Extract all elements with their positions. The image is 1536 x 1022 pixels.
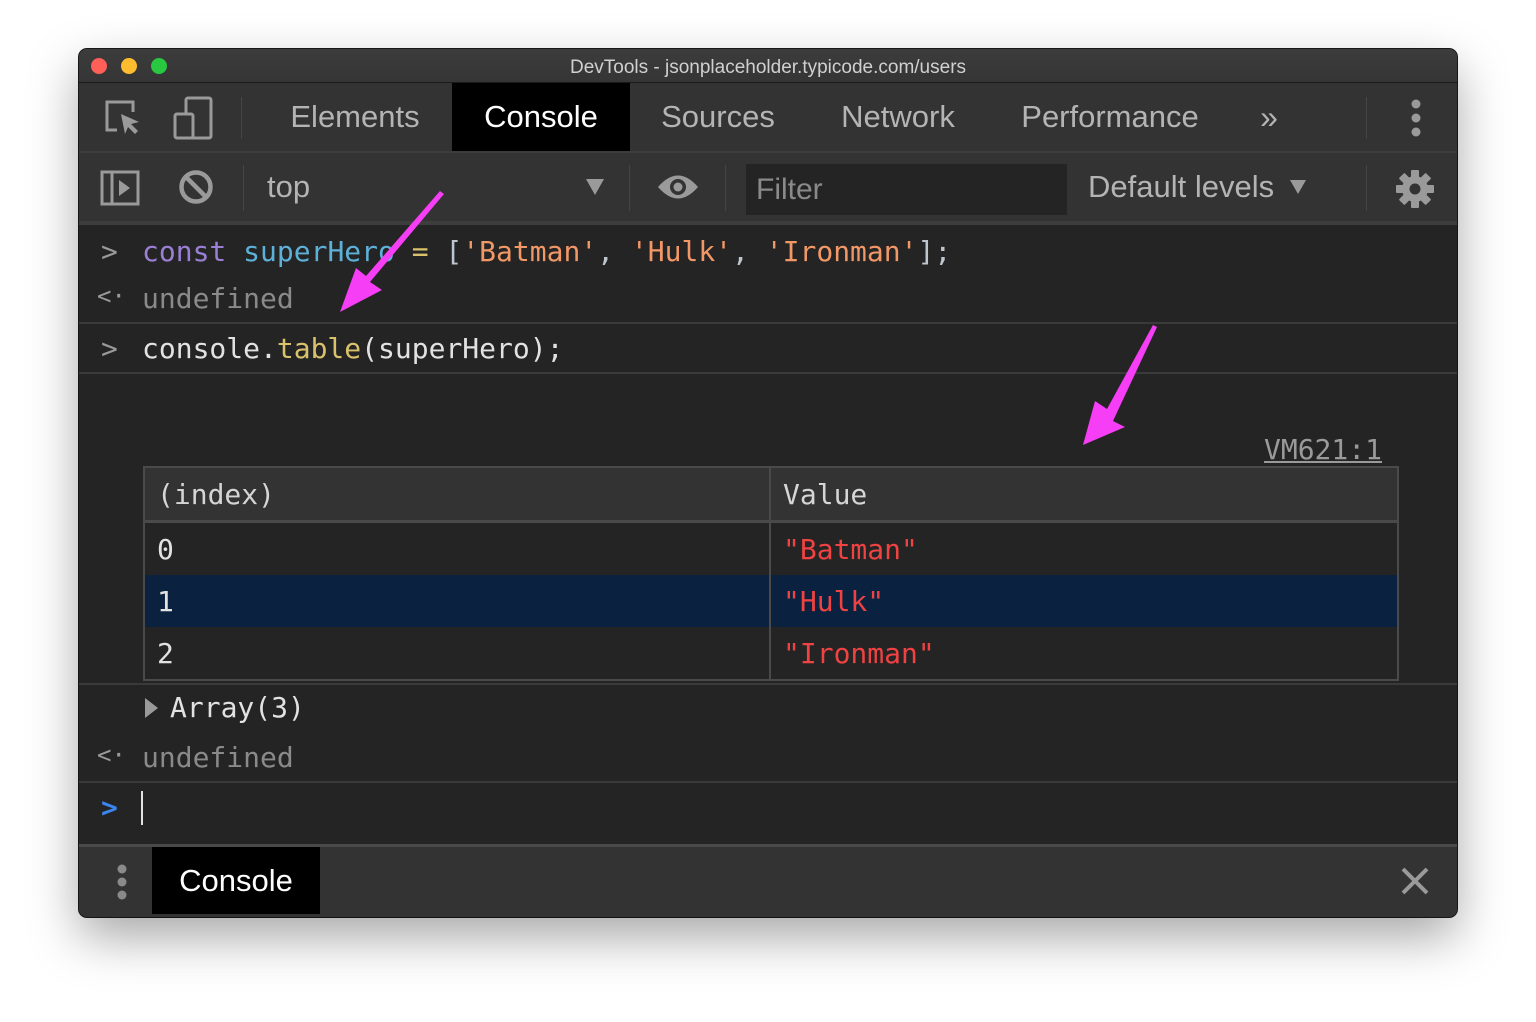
tab-sources[interactable]: Sources xyxy=(640,83,796,151)
index-cell: 2 xyxy=(144,627,771,680)
double-chevron-right-icon: » xyxy=(1260,98,1278,135)
console-output: > const superHero = ['Batman', 'Hulk', '… xyxy=(79,225,1457,844)
console-input-line[interactable]: console.table(superHero); xyxy=(142,332,563,365)
index-cell: 0 xyxy=(144,521,771,575)
toolbar-divider xyxy=(243,165,244,211)
inspect-cursor-icon xyxy=(105,100,139,134)
dropdown-triangle-icon xyxy=(586,179,604,195)
table-row[interactable]: 0 "Batman" xyxy=(144,521,1399,575)
value-cell: "Ironman" xyxy=(770,627,1399,680)
index-cell: 1 xyxy=(144,575,771,627)
inspect-element-button[interactable] xyxy=(101,97,145,139)
close-drawer-button[interactable] xyxy=(1397,863,1433,899)
show-sidebar-button[interactable] xyxy=(99,169,141,207)
toolbar-divider xyxy=(1366,165,1367,211)
window-title: DevTools - jsonplaceholder.typicode.com/… xyxy=(569,57,967,78)
drawer-tab-bar: Console xyxy=(79,844,1457,917)
live-expression-button[interactable] xyxy=(655,171,701,203)
close-icon xyxy=(1401,867,1429,895)
kebab-menu-icon xyxy=(1411,99,1421,137)
console-prompt-input[interactable] xyxy=(139,785,1437,835)
code-token: 'Batman' xyxy=(462,235,598,268)
sidebar-toggle-icon xyxy=(100,170,140,206)
console-entry: <· undefined xyxy=(79,733,1457,783)
result-arrow-icon: <· xyxy=(97,282,126,310)
tab-performance[interactable]: Performance xyxy=(1004,83,1216,151)
value-cell: "Hulk" xyxy=(770,575,1399,627)
source-location-link[interactable]: VM621:1 xyxy=(1264,433,1382,466)
toolbar-divider xyxy=(629,165,630,211)
console-separator xyxy=(79,683,1457,733)
value-cell: "Batman" xyxy=(770,521,1399,575)
code-token: const xyxy=(142,235,227,268)
device-toolbar-button[interactable] xyxy=(171,95,215,141)
filter-input[interactable] xyxy=(746,164,1067,215)
eye-icon xyxy=(658,175,698,199)
drawer-tab-console[interactable]: Console xyxy=(152,847,320,914)
code-token: 'Ironman' xyxy=(765,235,918,268)
console-result-value: undefined xyxy=(142,282,294,315)
more-tabs-button[interactable]: » xyxy=(1249,97,1289,137)
customize-menu-button[interactable] xyxy=(1401,97,1431,139)
gear-icon xyxy=(1396,170,1434,208)
code-token: 'Hulk' xyxy=(630,235,733,268)
clear-console-button[interactable] xyxy=(177,168,215,206)
active-prompt-chevron-icon: > xyxy=(101,791,118,824)
main-tab-bar: Elements Console Sources Network Perform… xyxy=(79,83,1457,153)
code-token: , xyxy=(597,235,631,268)
table-row[interactable]: 1 "Hulk" xyxy=(144,575,1399,627)
code-token: superHero xyxy=(243,235,395,268)
console-input-line[interactable]: const superHero = ['Batman', 'Hulk', 'Ir… xyxy=(142,235,951,268)
code-token: ]; xyxy=(917,235,952,268)
result-arrow-icon: <· xyxy=(97,741,126,769)
context-selector[interactable]: top xyxy=(245,153,625,221)
console-entry: > console.table(superHero); xyxy=(79,324,1457,374)
input-prompt-chevron-icon: > xyxy=(101,332,118,365)
console-toolbar: top Default levels xyxy=(79,153,1457,225)
code-token: console. xyxy=(142,332,277,365)
log-levels-label: Default levels xyxy=(1088,169,1275,204)
title-bar: DevTools - jsonplaceholder.typicode.com/… xyxy=(79,49,1457,83)
table-row[interactable]: 2 "Ironman" xyxy=(144,627,1399,680)
console-table: (index) Value 0 "Batman" 1 "Hulk" 2 "Ironman" xyxy=(143,466,1399,681)
console-result-value: undefined xyxy=(142,741,294,774)
code-token: = xyxy=(411,235,429,268)
code-token: table xyxy=(276,332,362,365)
input-prompt-chevron-icon: > xyxy=(101,235,118,268)
toolbar-divider xyxy=(725,165,726,211)
device-mode-icon xyxy=(173,96,213,140)
dropdown-triangle-icon xyxy=(1290,180,1306,194)
tab-elements[interactable]: Elements xyxy=(269,83,441,151)
code-token: , xyxy=(732,235,766,268)
code-token: [ xyxy=(445,235,463,268)
clear-block-icon xyxy=(179,170,213,204)
log-levels-dropdown[interactable]: Default levels xyxy=(1079,153,1339,221)
console-settings-button[interactable] xyxy=(1393,167,1437,211)
code-token: (superHero); xyxy=(361,332,564,365)
kebab-menu-icon xyxy=(117,864,127,900)
table-header-row: (index) Value xyxy=(144,467,1399,523)
tab-network[interactable]: Network xyxy=(816,83,980,151)
tab-console[interactable]: Console xyxy=(452,83,630,151)
drawer-menu-button[interactable] xyxy=(109,861,135,903)
context-selector-value: top xyxy=(267,169,311,204)
toolbar-divider xyxy=(241,97,242,139)
console-entry-group: > const superHero = ['Batman', 'Hulk', '… xyxy=(79,225,1457,324)
toolbar-divider xyxy=(1366,97,1367,139)
text-caret xyxy=(141,791,143,825)
column-header-index[interactable]: (index) xyxy=(144,467,771,523)
devtools-window: DevTools - jsonplaceholder.typicode.com/… xyxy=(79,49,1457,917)
column-header-value[interactable]: Value xyxy=(770,467,1399,523)
